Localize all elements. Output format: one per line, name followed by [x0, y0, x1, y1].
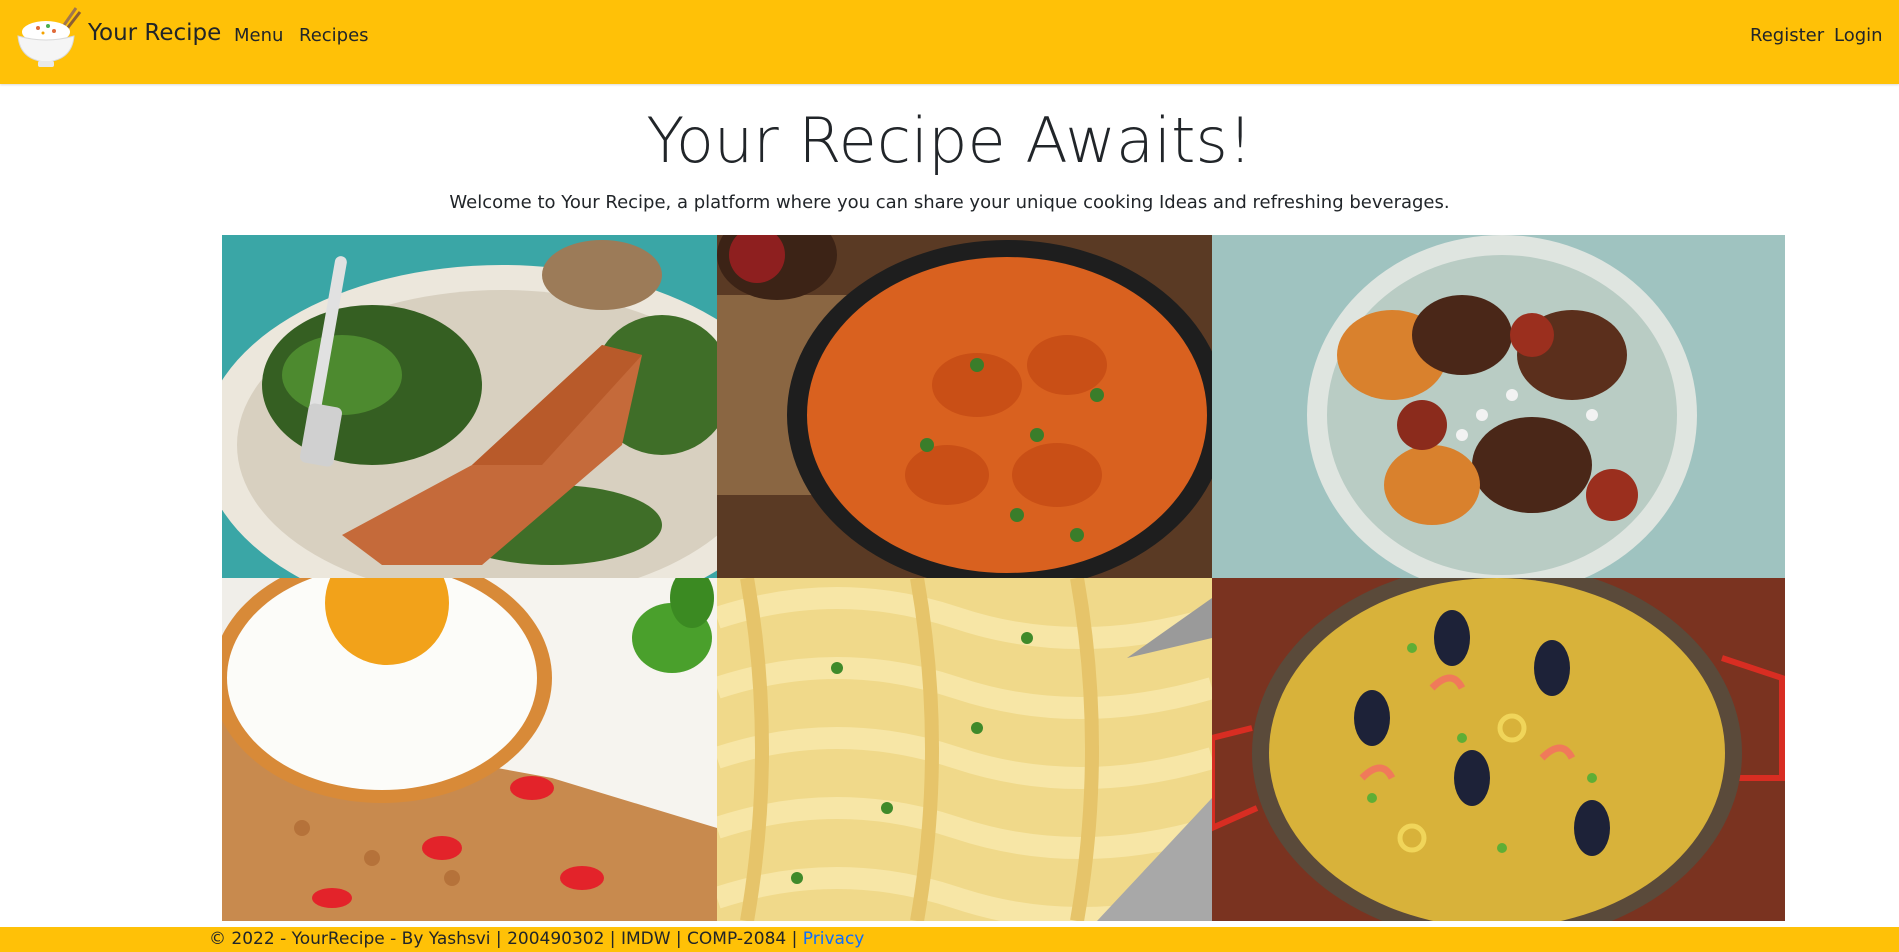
nav-menu-link[interactable]: Menu [234, 25, 283, 46]
recipe-gallery [222, 235, 1785, 921]
footer: © 2022 - YourRecipe - By Yashsvi | 20049… [0, 927, 1899, 952]
seafood-paella-photo [1212, 578, 1785, 921]
footer-copyright: © 2022 - YourRecipe - By Yashsvi | 20049… [209, 929, 803, 949]
footer-text: © 2022 - YourRecipe - By Yashsvi | 20049… [209, 929, 864, 949]
nav-register-link[interactable]: Register [1750, 25, 1824, 46]
rice-bowl-logo-icon[interactable] [14, 6, 82, 70]
roast-chicken-plate-photo [1212, 235, 1785, 578]
salmon-salad-photo [222, 235, 717, 578]
fried-egg-rice-photo [222, 578, 717, 921]
nav-login-link[interactable]: Login [1834, 25, 1883, 46]
page-title: Your Recipe Awaits! [646, 104, 1253, 177]
brand-link[interactable]: Your Recipe [88, 20, 221, 46]
nav-recipes-link[interactable]: Recipes [299, 25, 369, 46]
navbar: Your Recipe Menu Recipes Register Login [0, 0, 1899, 84]
page-subtitle: Welcome to Your Recipe, a platform where… [449, 192, 1450, 213]
privacy-link[interactable]: Privacy [803, 929, 865, 949]
fettuccine-alfredo-photo [717, 578, 1212, 921]
butter-chicken-photo [717, 235, 1212, 578]
